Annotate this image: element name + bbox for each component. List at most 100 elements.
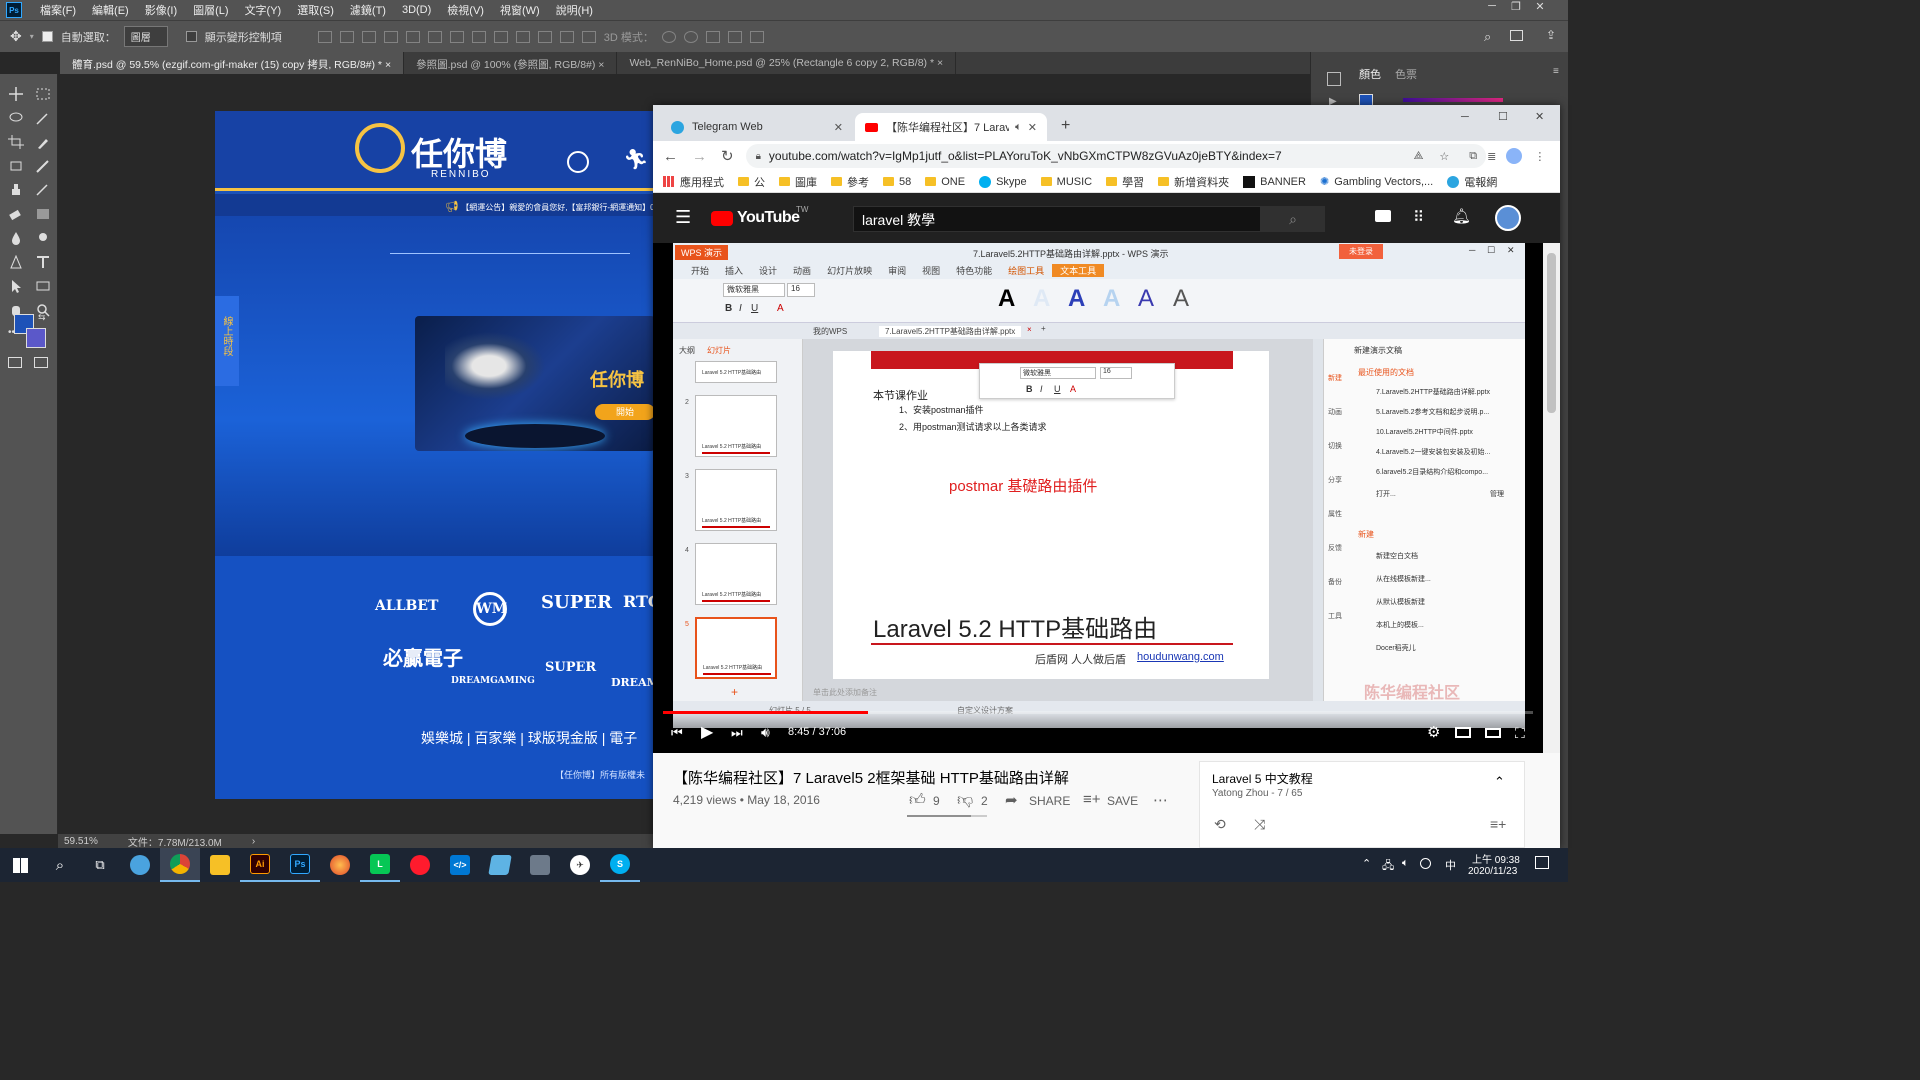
- marquee-tool-icon[interactable]: [35, 87, 51, 101]
- share-icon[interactable]: ➦: [1005, 791, 1018, 809]
- slide-red-text[interactable]: postmar 基礎路由插件: [949, 475, 1097, 496]
- omnibox[interactable]: 🔒︎ youtube.com/watch?v=IgMp1jutf_o&list=…: [745, 144, 1486, 168]
- minimize-icon[interactable]: ─: [1480, 0, 1504, 13]
- crop-tool-icon[interactable]: [8, 135, 24, 149]
- magic-wand-icon[interactable]: [35, 111, 51, 125]
- slide-heading[interactable]: 本节课作业: [873, 387, 928, 403]
- ribbon-tab-review[interactable]: 审阅: [880, 264, 914, 277]
- auto-select-dropdown[interactable]: 圖層: [123, 26, 168, 47]
- wordart-style-6[interactable]: A: [1173, 285, 1189, 313]
- new-tab-icon[interactable]: +: [1061, 117, 1070, 135]
- file-explorer-icon[interactable]: [200, 848, 240, 882]
- mini-size-dropdown[interactable]: 16: [1100, 367, 1132, 379]
- opera-icon[interactable]: [400, 848, 440, 882]
- miniplayer-icon[interactable]: [1455, 727, 1471, 738]
- close-icon[interactable]: ✕: [1028, 121, 1037, 134]
- settings-gear-icon[interactable]: ⚙: [1427, 723, 1440, 741]
- slide-thumb-2[interactable]: Laravel 5.2 HTTP基础路由: [695, 395, 777, 457]
- chrome-menu-icon[interactable]: ⋮: [1534, 150, 1545, 163]
- slide-footer-link[interactable]: houdunwang.com: [1137, 651, 1224, 663]
- vscode-icon[interactable]: </>: [440, 848, 480, 882]
- ime-indicator[interactable]: 中: [1445, 857, 1456, 873]
- card-start-button[interactable]: 開始: [595, 404, 655, 420]
- recent-file-1[interactable]: 7.Laravel5.2HTTP基础路由详解.pptx: [1376, 387, 1490, 397]
- panel-menu-icon[interactable]: ≡: [1553, 66, 1559, 77]
- slide-thumb-3[interactable]: Laravel 5.2 HTTP基础路由: [695, 469, 777, 531]
- 3d-pan-icon[interactable]: [705, 30, 720, 43]
- mini-bold-icon[interactable]: B: [1026, 384, 1033, 394]
- underline-icon[interactable]: U: [751, 303, 758, 314]
- manage-link[interactable]: 管理: [1490, 489, 1504, 499]
- theater-mode-icon[interactable]: [1485, 728, 1501, 738]
- menu-window[interactable]: 視窗(W): [492, 2, 548, 18]
- panel-tab-color[interactable]: 顏色: [1359, 66, 1381, 82]
- clock-time[interactable]: 上午 09:38: [1472, 851, 1520, 866]
- zoom-level[interactable]: 59.51%: [64, 836, 98, 847]
- menu-help[interactable]: 說明(H): [548, 2, 601, 18]
- lasso-tool-icon[interactable]: [8, 111, 24, 125]
- calculator-icon[interactable]: [520, 848, 560, 882]
- doc-tab-sports[interactable]: 體育.psd @ 59.5% (ezgif.com-gif-maker (15)…: [60, 52, 405, 74]
- new-item-4[interactable]: 本机上的模板...: [1376, 620, 1424, 630]
- close-icon[interactable]: ✕: [834, 121, 843, 134]
- restore-icon[interactable]: ❐: [1504, 0, 1528, 13]
- 3d-scale-icon[interactable]: [749, 30, 764, 43]
- audio-icon[interactable]: 🔈︎: [1015, 121, 1022, 134]
- slide-thumb-5[interactable]: Laravel 5.2 HTTP基础路由: [695, 617, 777, 679]
- background-color-swatch[interactable]: [26, 328, 46, 348]
- doc-tab-web-home[interactable]: Web_RenNiBo_Home.psd @ 25% (Rectangle 6 …: [617, 52, 957, 74]
- bookmark-folder[interactable]: 公: [738, 174, 765, 190]
- paint-app-icon[interactable]: [120, 848, 160, 882]
- start-button[interactable]: [0, 848, 40, 882]
- color-slider[interactable]: [1403, 98, 1503, 102]
- new-item-3[interactable]: 从默认模板新建: [1376, 597, 1425, 607]
- create-video-icon[interactable]: [1375, 210, 1391, 222]
- workspace-icon[interactable]: [1510, 30, 1523, 41]
- bookmark-folder[interactable]: ONE: [925, 176, 965, 188]
- reading-list-icon[interactable]: ≣: [1487, 150, 1496, 163]
- recent-file-4[interactable]: 4.Laravel5.2一键安装包安装及初始...: [1376, 447, 1490, 457]
- new-item-5[interactable]: Docer稻壳儿: [1376, 643, 1416, 653]
- photoshop-logo-icon[interactable]: Ps: [6, 2, 22, 18]
- search-input[interactable]: laravel 教學: [853, 206, 1261, 232]
- bookmark-telegram[interactable]: 電報網: [1447, 174, 1497, 190]
- close-icon[interactable]: ✕: [1507, 245, 1515, 256]
- healing-brush-icon[interactable]: [8, 159, 24, 173]
- slide-bullet-2[interactable]: 2、用postman测试请求以上各类请求: [899, 420, 1047, 433]
- open-link[interactable]: 打开...: [1376, 489, 1396, 499]
- pane-side-new[interactable]: 新建: [1328, 373, 1342, 383]
- eyedropper-icon[interactable]: [35, 135, 51, 149]
- ribbon-tab-animation[interactable]: 动画: [785, 264, 819, 277]
- previous-icon[interactable]: ⏮: [671, 725, 683, 741]
- close-window-icon[interactable]: ✕: [1535, 110, 1544, 123]
- tool-preset-chevron-icon[interactable]: ▾: [30, 32, 34, 41]
- panel-tab-swatches[interactable]: 色票: [1395, 66, 1417, 82]
- tab-outline[interactable]: 大纲: [679, 345, 695, 356]
- close-icon[interactable]: ×: [385, 59, 391, 71]
- search-button[interactable]: ⌕: [1261, 206, 1325, 232]
- mini-underline-icon[interactable]: U: [1054, 384, 1061, 394]
- bookmark-gambling[interactable]: ✺ Gambling Vectors,...: [1320, 175, 1433, 189]
- wordart-style-3[interactable]: A: [1068, 285, 1085, 313]
- new-tab-icon[interactable]: +: [1041, 324, 1046, 333]
- menu-edit[interactable]: 編輯(E): [84, 2, 137, 18]
- close-icon[interactable]: ×: [1027, 325, 1032, 334]
- wps-app-button[interactable]: WPS 演示: [675, 245, 729, 260]
- recent-file-3[interactable]: 10.Laravel5.2HTTP中间件.pptx: [1376, 427, 1473, 437]
- align-right-icon[interactable]: [427, 30, 442, 43]
- bold-icon[interactable]: B: [725, 303, 732, 314]
- back-icon[interactable]: ←: [663, 148, 678, 165]
- avatar[interactable]: [1495, 205, 1521, 231]
- close-icon[interactable]: ×: [937, 57, 943, 69]
- move-tool-icon[interactable]: ✥: [10, 28, 22, 45]
- slide-thumb-4[interactable]: Laravel 5.2 HTTP基础路由: [695, 543, 777, 605]
- translate-icon[interactable]: ⟁: [1414, 150, 1424, 163]
- notes-placeholder[interactable]: 单击此处添加备注: [813, 687, 877, 698]
- close-icon[interactable]: ✕: [1528, 0, 1552, 13]
- ribbon-tab-slideshow[interactable]: 幻灯片放映: [819, 264, 880, 277]
- speaker-icon[interactable]: 🔈︎: [1402, 857, 1409, 870]
- blur-tool-icon[interactable]: [8, 231, 24, 245]
- ribbon-tab-view[interactable]: 视图: [914, 264, 948, 277]
- screen-mode-icon[interactable]: [34, 357, 48, 368]
- dodge-tool-icon[interactable]: [35, 231, 51, 245]
